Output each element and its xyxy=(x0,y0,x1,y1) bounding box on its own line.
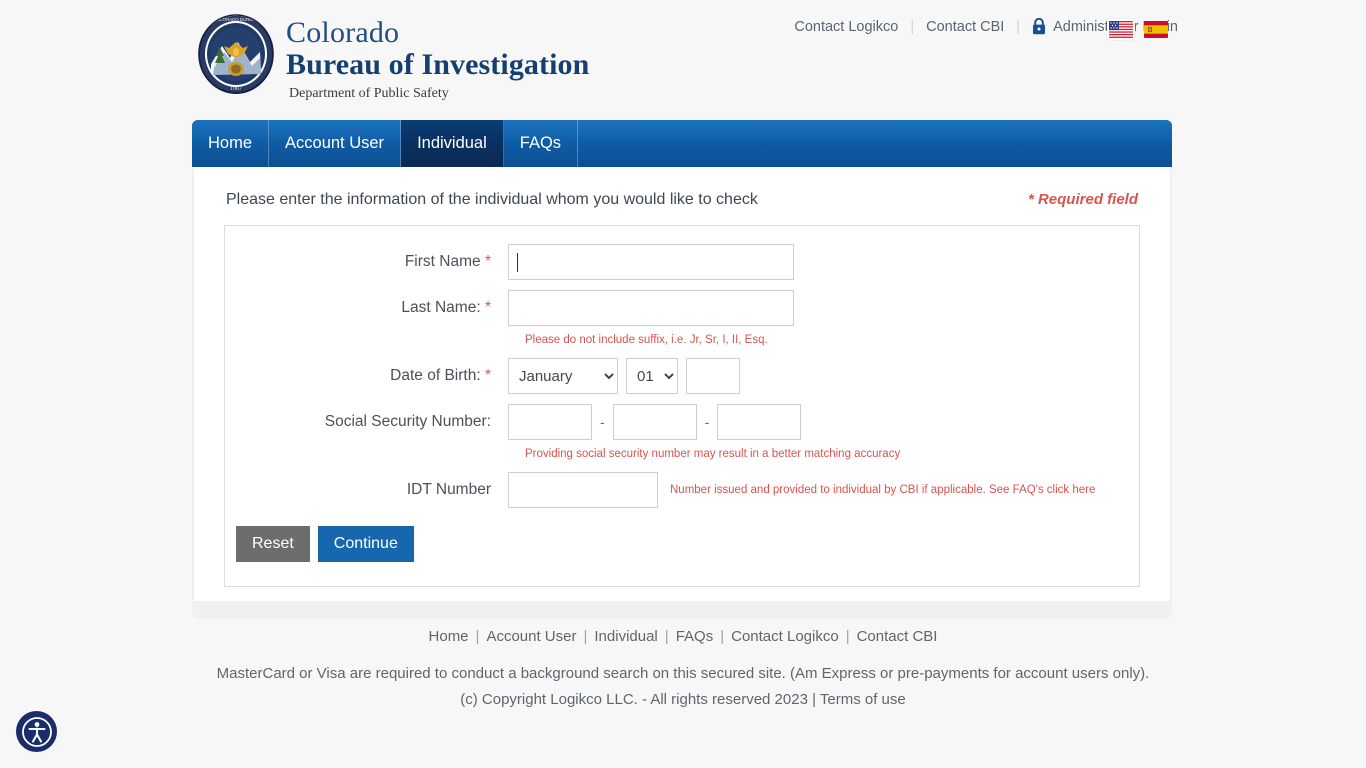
last-name-label-text: Last Name: xyxy=(401,299,481,316)
first-name-field-wrap xyxy=(508,244,794,280)
contact-logikco-link[interactable]: Contact Logikco xyxy=(794,19,898,35)
english-flag-icon xyxy=(1109,21,1133,38)
dob-month-select[interactable]: JanuaryFebruaryMarchAprilMayJuneJulyAugu… xyxy=(508,358,618,394)
brand-block: 1967 COLORADO BUREAU Colorado Bureau of … xyxy=(196,12,589,102)
last-name-row: Last Name: * xyxy=(225,290,1139,326)
footer-separator: | xyxy=(664,628,669,645)
last-name-label: Last Name: * xyxy=(225,299,508,317)
footer-separator: | xyxy=(475,628,480,645)
accessibility-icon xyxy=(21,716,52,747)
first-name-required-mark: * xyxy=(484,253,491,270)
date-of-birth-control: JanuaryFebruaryMarchAprilMayJuneJulyAugu… xyxy=(508,358,740,394)
spanish-flag-icon xyxy=(1144,21,1168,38)
main-navigation: Home Account User Individual FAQs xyxy=(192,120,1172,167)
nav-item-account-user[interactable]: Account User xyxy=(269,120,402,167)
page-container: Home Account User Individual FAQs Please… xyxy=(192,120,1172,619)
idt-hint: Number issued and provided to individual… xyxy=(670,484,1096,496)
brand-title-line1: Colorado xyxy=(286,16,400,49)
footer-copyright: (c) Copyright Logikco LLC. - All rights … xyxy=(460,691,906,708)
last-name-required-mark: * xyxy=(484,299,491,316)
nav-item-faqs[interactable]: FAQs xyxy=(503,120,579,167)
ssn-label: Social Security Number: xyxy=(225,413,508,431)
intro-text: Please enter the information of the indi… xyxy=(226,191,758,208)
idt-row: IDT Number Number issued and provided to… xyxy=(225,472,1139,508)
ssn-separator: - xyxy=(704,414,710,430)
required-field-note: * Required field xyxy=(1027,191,1138,208)
intro-row: Please enter the information of the indi… xyxy=(224,191,1140,225)
content-area: Please enter the information of the indi… xyxy=(194,167,1170,601)
nav-item-individual[interactable]: Individual xyxy=(401,120,504,167)
language-switcher xyxy=(1107,19,1170,40)
ssn-separator: - xyxy=(600,414,605,430)
date-of-birth-label: Date of Birth: * xyxy=(225,367,508,385)
idt-control: Number issued and provided to individual… xyxy=(508,472,1095,508)
ssn-control: - - xyxy=(508,404,802,440)
footer-separator: | xyxy=(583,628,588,645)
first-name-input[interactable] xyxy=(508,244,794,280)
idt-number-input[interactable] xyxy=(508,472,658,508)
ssn-label-text: Social Security Number: xyxy=(324,413,491,430)
footer-link-faqs[interactable]: FAQs xyxy=(676,628,714,645)
footer-link-home[interactable]: Home xyxy=(429,628,469,645)
footer-link-contact-cbi[interactable]: Contact CBI xyxy=(857,628,938,645)
footer-link-contact-logikco[interactable]: Contact Logikco xyxy=(731,628,839,645)
date-of-birth-row: Date of Birth: * JanuaryFebruaryMarchApr… xyxy=(225,358,1139,394)
idt-label: IDT Number xyxy=(225,481,508,499)
nav-filler xyxy=(578,120,1172,167)
individual-search-form: First Name * Last Name: * Please do not … xyxy=(224,225,1140,587)
text-cursor xyxy=(517,253,518,272)
svg-text:1967: 1967 xyxy=(230,86,242,92)
footer-link-account-user[interactable]: Account User xyxy=(486,628,576,645)
form-buttons: Reset Continue xyxy=(225,526,1139,562)
brand-subtitle: Department of Public Safety xyxy=(289,85,449,101)
cbi-seal-icon: 1967 COLORADO BUREAU xyxy=(198,14,274,94)
dob-year-input[interactable] xyxy=(686,358,740,394)
dob-day-select[interactable]: 0102030405060708091011121314151617181920… xyxy=(626,358,678,394)
contact-cbi-link[interactable]: Contact CBI xyxy=(926,19,1004,35)
toplink-separator: | xyxy=(910,18,915,35)
lock-icon xyxy=(1033,18,1046,35)
footer-separator: | xyxy=(720,628,725,645)
continue-button[interactable]: Continue xyxy=(317,526,414,562)
site-header: 1967 COLORADO BUREAU Colorado Bureau of … xyxy=(0,0,1366,112)
ssn-hint: Providing social security number may res… xyxy=(525,448,901,460)
first-name-label: First Name * xyxy=(225,253,508,271)
first-name-control xyxy=(508,244,794,280)
first-name-label-text: First Name xyxy=(404,253,481,270)
last-name-control xyxy=(508,290,794,326)
footer-payment-note: MasterCard or Visa are required to condu… xyxy=(216,665,1150,682)
english-flag-button[interactable] xyxy=(1107,19,1135,40)
nav-item-home[interactable]: Home xyxy=(192,120,270,167)
brand-title-line2: Bureau of Investigation xyxy=(286,48,590,81)
date-of-birth-label-text: Date of Birth: xyxy=(390,367,481,384)
reset-button[interactable]: Reset xyxy=(236,526,310,562)
footer-separator: | xyxy=(845,628,850,645)
spanish-flag-button[interactable] xyxy=(1142,19,1170,40)
ssn-row: Social Security Number: - - xyxy=(225,404,1139,440)
last-name-hint: Please do not include suffix, i.e. Jr, S… xyxy=(525,334,768,346)
first-name-row: First Name * xyxy=(225,244,1139,280)
toplink-separator: | xyxy=(1016,18,1021,35)
accessibility-button[interactable] xyxy=(16,711,57,752)
ssn-part3-input[interactable] xyxy=(717,404,802,440)
ssn-part1-input[interactable] xyxy=(508,404,592,440)
last-name-input[interactable] xyxy=(508,290,794,326)
idt-label-text: IDT Number xyxy=(406,481,491,498)
site-footer: Home | Account User | Individual | FAQs | Contac… xyxy=(0,628,1366,717)
footer-links: Home | Account User | Individual | FAQs | Contac… xyxy=(0,628,1366,645)
date-of-birth-required-mark: * xyxy=(484,367,491,384)
ssn-part2-input[interactable] xyxy=(612,404,697,440)
footer-link-individual[interactable]: Individual xyxy=(594,628,657,645)
